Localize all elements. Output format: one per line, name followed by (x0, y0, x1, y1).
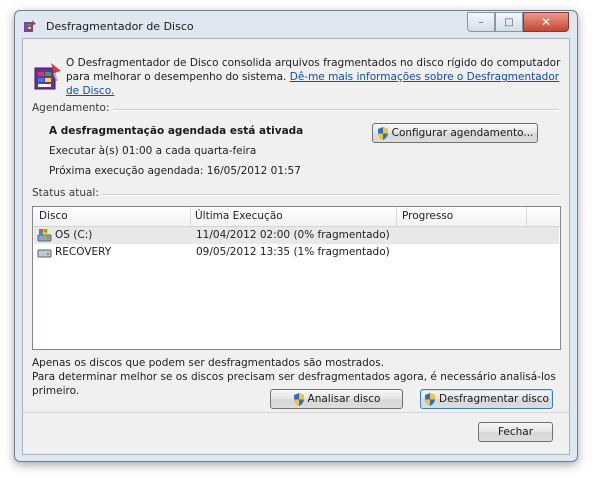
defrag-app-icon (24, 20, 36, 32)
dialog-body: O Desfragmentador de Disco consolida arq… (22, 38, 570, 455)
uac-shield-icon (293, 392, 304, 406)
configure-schedule-button[interactable]: Configurar agendamento... (372, 123, 538, 143)
status-divider (101, 194, 559, 196)
system-drive-icon (37, 229, 52, 242)
configure-schedule-label: Configurar agendamento... (391, 127, 534, 139)
caption-buttons: – □ ✕ (467, 12, 569, 32)
maximize-button[interactable]: □ (495, 12, 523, 32)
analyze-disk-button[interactable]: Analisar disco (270, 389, 403, 409)
disk-row-recovery[interactable]: RECOVERY 09/05/2012 13:35 (1% fragmentad… (34, 244, 559, 261)
intro-text: O Desfragmentador de Disco consolida arq… (66, 56, 561, 98)
column-separator[interactable] (396, 207, 397, 226)
footer-divider (23, 412, 569, 413)
schedule-divider (113, 109, 559, 111)
close-window-button[interactable]: ✕ (523, 12, 569, 32)
minimize-button[interactable]: – (467, 12, 495, 32)
disk-list[interactable]: Disco Última Execução Progresso OS (C:) … (32, 206, 561, 350)
analyze-disk-label: Analisar disco (307, 393, 381, 405)
column-progress[interactable]: Progresso (402, 210, 453, 222)
column-separator[interactable] (190, 207, 191, 226)
schedule-run-time: Executar à(s) 01:00 a cada quarta-feira (49, 145, 257, 157)
uac-shield-icon (377, 126, 388, 140)
disk-last-run: 09/05/2012 13:35 (1% fragmentado) (196, 246, 390, 258)
disk-list-header: Disco Última Execução Progresso (33, 207, 560, 227)
window-title: Desfragmentador de Disco (46, 20, 194, 33)
disk-row-os[interactable]: OS (C:) 11/04/2012 02:00 (0% fragmentado… (34, 227, 559, 244)
drive-icon (37, 249, 52, 258)
defrag-window: Desfragmentador de Disco – □ ✕ O Desfrag… (14, 10, 578, 462)
column-separator[interactable] (526, 207, 527, 226)
close-button[interactable]: Fechar (478, 422, 553, 442)
disk-name: OS (C:) (55, 229, 93, 241)
schedule-group-label: Agendamento: (32, 102, 110, 114)
column-disk[interactable]: Disco (39, 210, 68, 222)
schedule-status: A desfragmentação agendada está ativada (49, 125, 304, 137)
title-bar[interactable]: Desfragmentador de Disco – □ ✕ (15, 11, 577, 39)
note-defraggable-disks: Apenas os discos que podem ser desfragme… (32, 357, 385, 369)
disk-name: RECOVERY (55, 246, 112, 258)
disk-last-run: 11/04/2012 02:00 (0% fragmentado) (196, 229, 390, 241)
defragment-disk-button[interactable]: Desfragmentar disco (420, 389, 553, 409)
schedule-next-run: Próxima execução agendada: 16/05/2012 01… (49, 165, 301, 177)
uac-shield-icon (425, 392, 436, 406)
defragment-disk-label: Desfragmentar disco (439, 393, 549, 405)
defrag-large-icon (34, 63, 61, 90)
column-last-run[interactable]: Última Execução (195, 210, 283, 222)
status-group-label: Status atual: (32, 187, 99, 199)
